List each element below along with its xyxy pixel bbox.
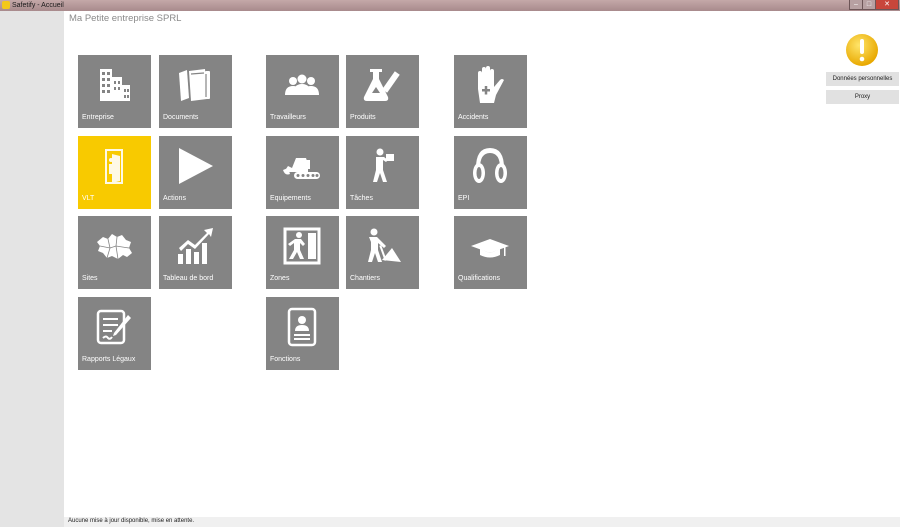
tile-label: Fonctions [270, 356, 301, 363]
alert-icon[interactable] [845, 33, 879, 67]
tile-documents[interactable]: Documents [159, 55, 232, 128]
tile-label: Documents [163, 114, 199, 121]
exit-sign-icon [282, 226, 322, 266]
tile-label: Tableau de bord [163, 275, 214, 282]
ear-protection-icon [470, 146, 510, 186]
tile-label: Qualifications [458, 275, 501, 282]
play-icon [175, 146, 215, 186]
tile-travailleurs[interactable]: Travailleurs [266, 55, 339, 128]
id-card-icon [282, 307, 322, 347]
tile-taches[interactable]: Tâches [346, 136, 419, 209]
tile-accidents[interactable]: Accidents [454, 55, 527, 128]
tile-qualifications[interactable]: Qualifications [454, 216, 527, 289]
door-person-icon [94, 146, 134, 186]
chart-icon [175, 226, 215, 266]
left-sidebar [0, 11, 64, 527]
status-bar: Aucune mise à jour disponible, mise en a… [64, 517, 900, 527]
tile-label: Equipements [270, 195, 311, 202]
tile-zones[interactable]: Zones [266, 216, 339, 289]
tile-label: Travailleurs [270, 114, 306, 121]
tile-produits[interactable]: Produits [346, 55, 419, 128]
tile-epi[interactable]: EPI [454, 136, 527, 209]
personal-data-button[interactable]: Données personnelles [826, 72, 899, 86]
tile-tableau[interactable]: Tableau de bord [159, 216, 232, 289]
tile-label: Entreprise [82, 114, 114, 121]
app-logo-icon [2, 1, 10, 9]
minimize-button[interactable]: – [849, 0, 863, 10]
tile-chantiers[interactable]: Chantiers [346, 216, 419, 289]
tile-label: Tâches [350, 195, 373, 202]
buildings-icon [94, 65, 134, 105]
excavator-icon [282, 146, 322, 186]
flask-icon [362, 65, 402, 105]
tile-label: Accidents [458, 114, 489, 121]
tile-label: EPI [458, 195, 470, 202]
title-bar: Safetify - Accueil – □ ✕ [0, 0, 900, 11]
graduation-cap-icon [470, 226, 510, 266]
construction-worker-icon [362, 226, 402, 266]
tile-label: Rapports Légaux [82, 356, 136, 363]
status-text: Aucune mise à jour disponible, mise en a… [68, 518, 195, 524]
tile-label: Sites [82, 275, 98, 282]
maximize-button[interactable]: □ [862, 0, 876, 10]
close-button[interactable]: ✕ [875, 0, 899, 10]
worker-carry-icon [362, 146, 402, 186]
proxy-button[interactable]: Proxy [826, 90, 899, 104]
people-icon [282, 65, 322, 105]
tile-entreprise[interactable]: Entreprise [78, 55, 151, 128]
tile-label: Zones [270, 275, 290, 282]
map-icon [94, 226, 134, 266]
tile-label: Produits [350, 114, 376, 121]
company-name: Ma Petite entreprise SPRL [69, 13, 182, 24]
window-title: Safetify - Accueil [12, 2, 64, 9]
tile-label: VLT [82, 195, 95, 202]
books-icon [175, 65, 215, 105]
tile-vlt[interactable]: VLT [78, 136, 151, 209]
tile-fonctions[interactable]: Fonctions [266, 297, 339, 370]
tile-actions[interactable]: Actions [159, 136, 232, 209]
report-pen-icon [94, 307, 134, 347]
hand-cross-icon [470, 65, 510, 105]
tile-label: Chantiers [350, 275, 380, 282]
tile-equipements[interactable]: Equipements [266, 136, 339, 209]
tile-label: Actions [163, 195, 186, 202]
tile-sites[interactable]: Sites [78, 216, 151, 289]
tile-rapports[interactable]: Rapports Légaux [78, 297, 151, 370]
